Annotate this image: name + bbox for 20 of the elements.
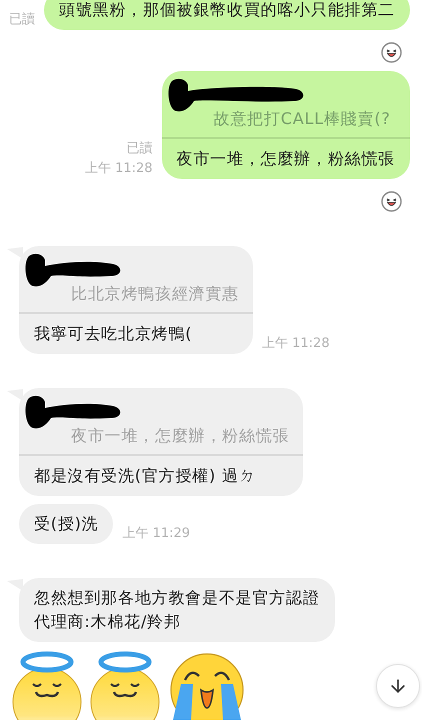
- message-text: 都是沒有受洗(官方授權) 過ㄉ: [33, 465, 257, 487]
- read-receipt: 已讀: [126, 140, 153, 158]
- message-text: 頭號黑粉，那個被銀幣收買的喀小只能排第二: [59, 0, 395, 21]
- scroll-down-button[interactable]: [376, 664, 420, 708]
- quoted-message[interactable]: 比北京烤鴨孩經濟實惠: [71, 282, 239, 306]
- message-text: 受(授)洗: [34, 513, 98, 535]
- quoted-message[interactable]: 故意把打CALL棒賤賣(?: [214, 107, 396, 131]
- read-receipt: 已讀: [9, 11, 35, 29]
- message-text: 夜市一堆，怎麼辦，粉絲慌張: [176, 148, 396, 170]
- angel-face-sticker[interactable]: [11, 650, 83, 720]
- message-time: 上午 11:29: [122, 525, 190, 543]
- message-text: 忽然想到那各地方教會是不是官方認證: [34, 587, 320, 609]
- message-time: 上午 11:28: [262, 335, 330, 353]
- laughing-face-icon[interactable]: [381, 191, 402, 212]
- laughing-face-icon[interactable]: [381, 42, 402, 63]
- quoted-message[interactable]: 夜市一堆，怎麼辦，粉絲慌張: [71, 424, 290, 448]
- message-text: 我寧可去吃北京烤鴨(: [33, 323, 194, 345]
- message-time: 上午 11:28: [84, 160, 153, 178]
- angel-face-sticker[interactable]: [89, 650, 161, 720]
- message-text: 代理商:木棉花/羚邦: [34, 611, 182, 633]
